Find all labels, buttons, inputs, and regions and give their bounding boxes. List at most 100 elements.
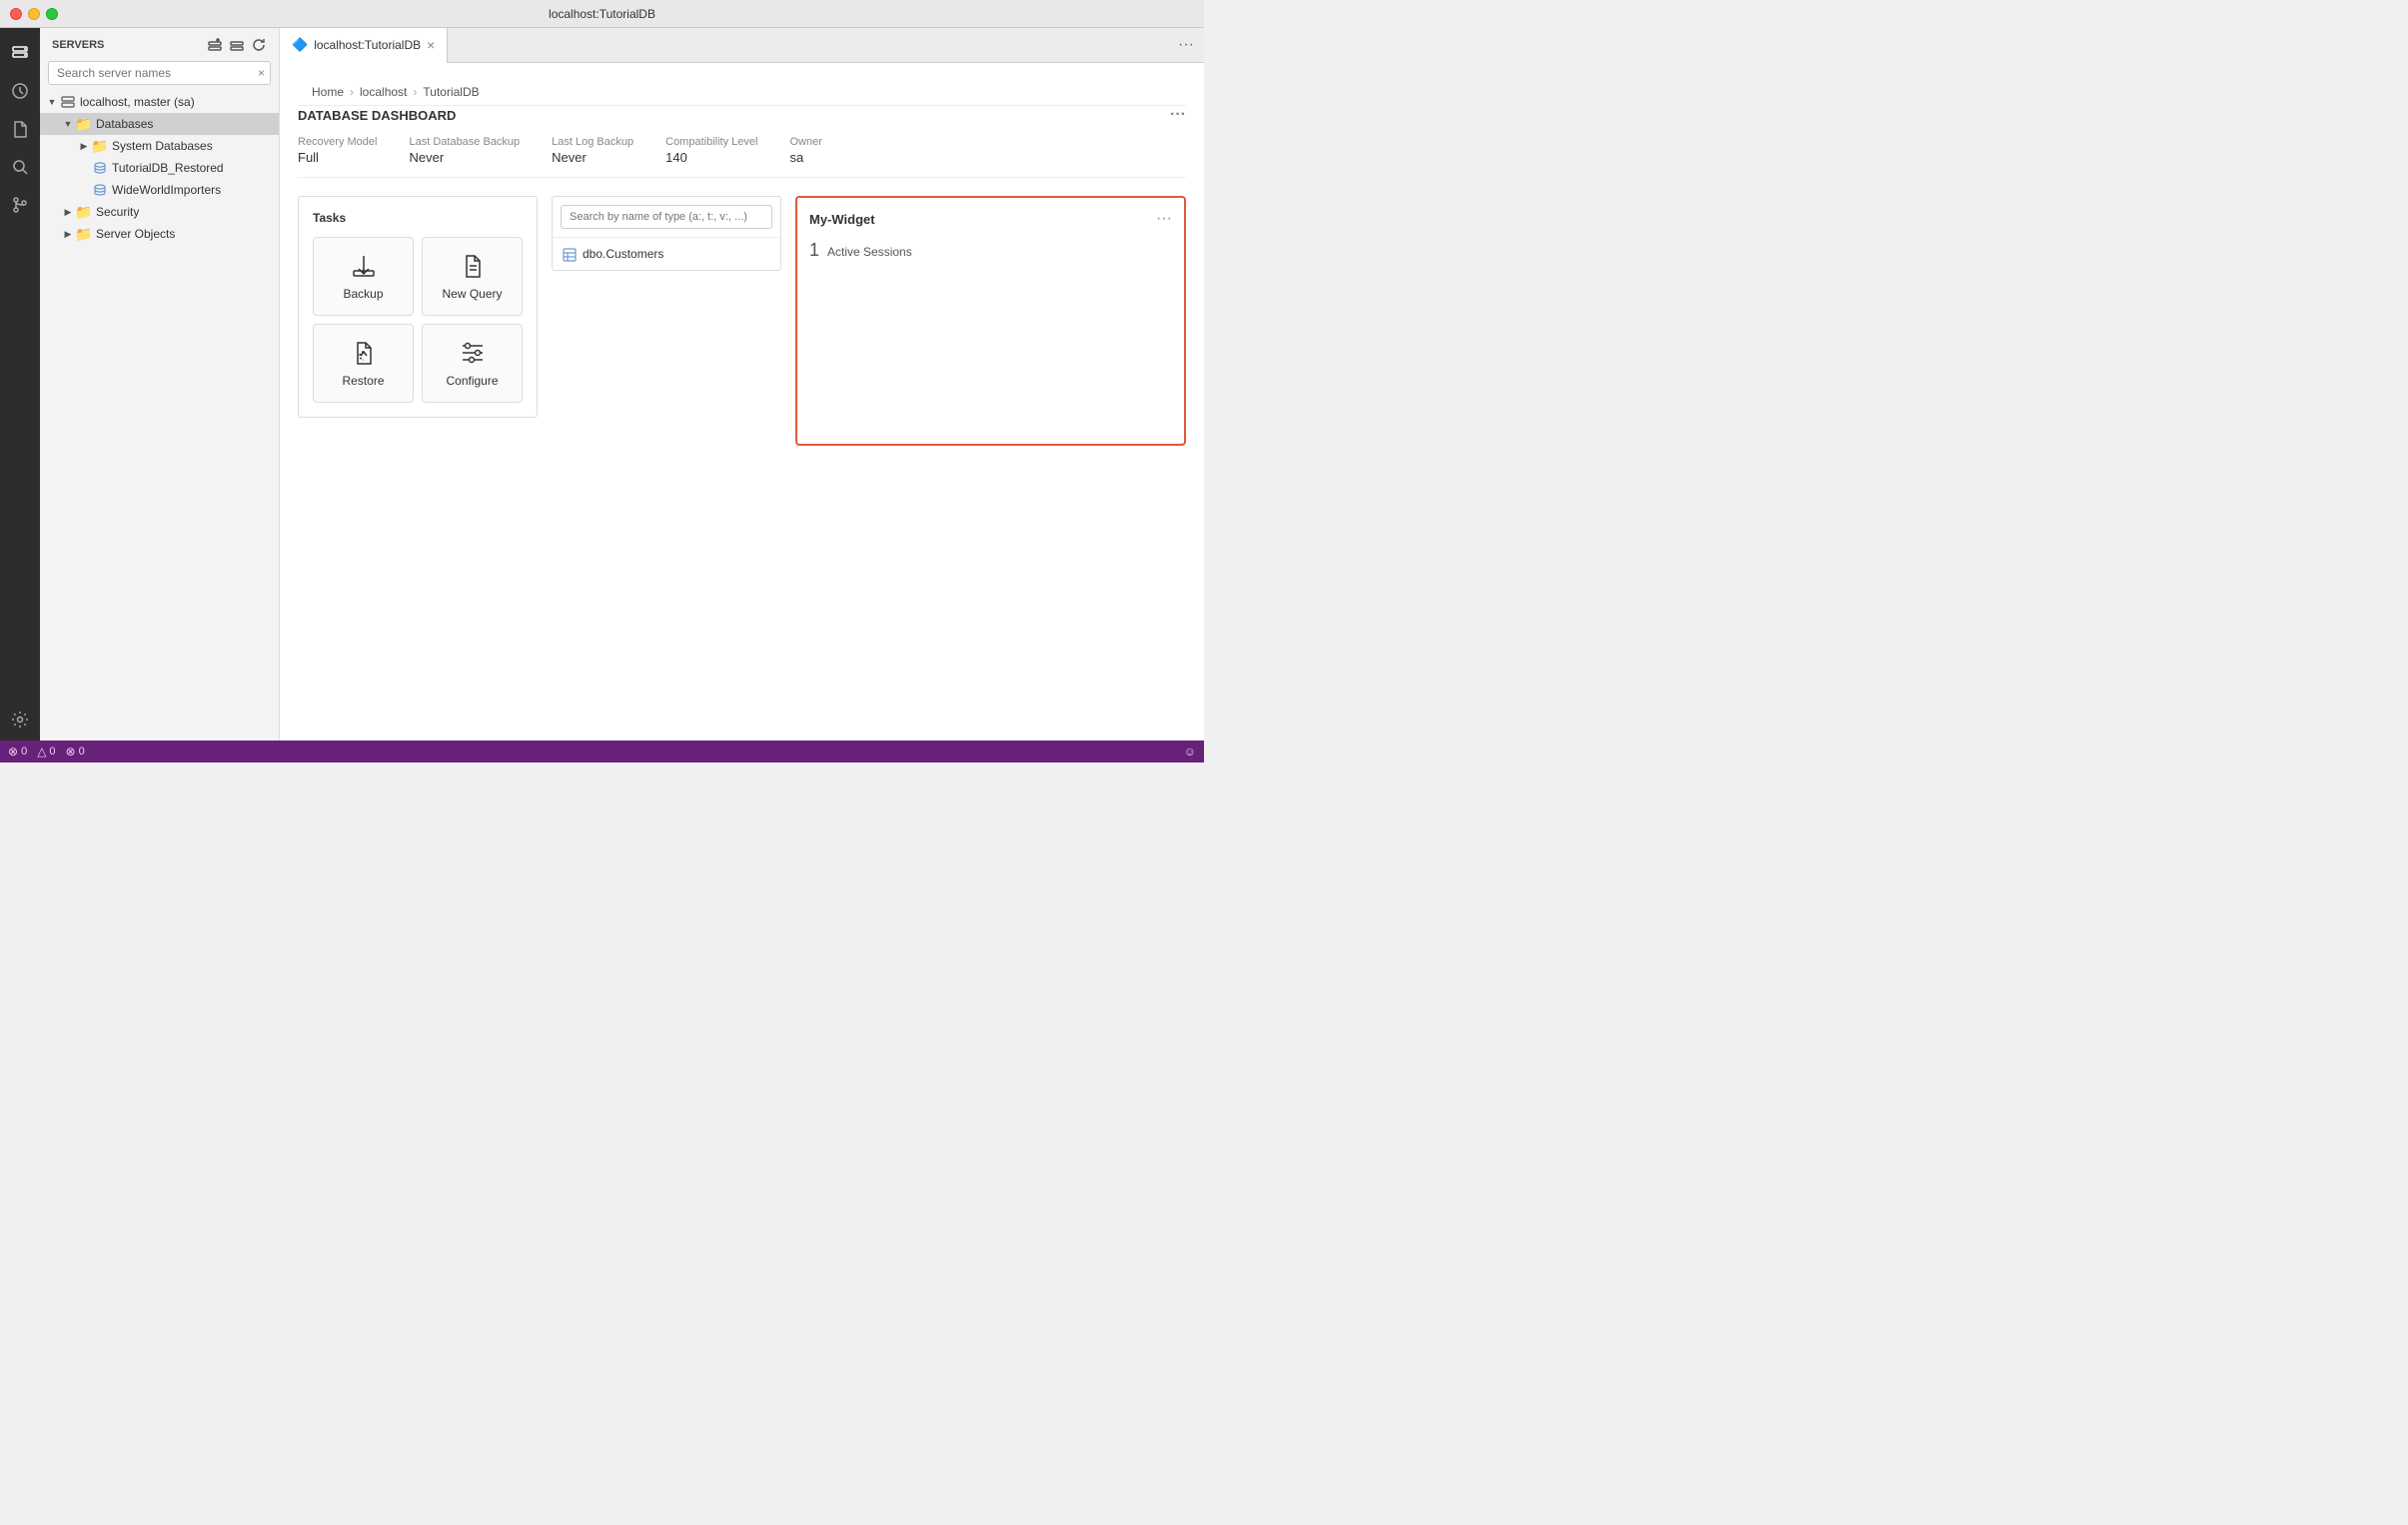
caret-down-icon: ▼ bbox=[60, 119, 76, 129]
close-button[interactable] bbox=[10, 8, 22, 20]
backup-button[interactable]: Backup bbox=[313, 237, 414, 316]
minimize-button[interactable] bbox=[28, 8, 40, 20]
titlebar: localhost:TutorialDB bbox=[0, 0, 1204, 28]
database-icon bbox=[92, 182, 108, 198]
sidebar-item-history[interactable] bbox=[3, 74, 37, 108]
dashboard-title: DATABASE DASHBOARD ··· bbox=[298, 106, 1186, 124]
stat-recovery-model-value: Full bbox=[298, 150, 377, 165]
sidebar-header: SERVERS bbox=[40, 28, 279, 57]
widget-more-button[interactable]: ··· bbox=[1156, 210, 1172, 228]
databases-label: Databases bbox=[96, 117, 153, 131]
stat-compatibility: Compatibility Level 140 bbox=[665, 136, 757, 165]
server-tree: ▼ localhost, master (sa) ▼ 📁 Databases ▶ bbox=[40, 91, 279, 741]
dashboard: Home › localhost › TutorialDB DATABASE D… bbox=[280, 63, 1204, 741]
tab-close-button[interactable]: × bbox=[427, 38, 435, 52]
stat-last-log-backup-value: Never bbox=[552, 150, 633, 165]
configure-button[interactable]: Configure bbox=[422, 324, 523, 403]
content-grid: Tasks Backup bbox=[298, 196, 1186, 446]
status-bar: ⊗ 0 △ 0 ⊗ 0 ☺ bbox=[0, 741, 1204, 762]
breadcrumb: Home › localhost › TutorialDB bbox=[298, 79, 1186, 106]
new-connection-icon[interactable] bbox=[207, 36, 223, 53]
dashboard-title-text: DATABASE DASHBOARD bbox=[298, 108, 456, 123]
new-query-label: New Query bbox=[442, 287, 502, 301]
tab-more-button[interactable]: ··· bbox=[1168, 36, 1204, 54]
status-errors: ⊗ 0 bbox=[8, 745, 27, 759]
localhost-label: localhost, master (sa) bbox=[80, 95, 195, 109]
maximize-button[interactable] bbox=[46, 8, 58, 20]
server-icon bbox=[60, 94, 76, 110]
status-smiley[interactable]: ☺ bbox=[1184, 745, 1196, 759]
stat-compatibility-value: 140 bbox=[665, 150, 757, 165]
window-title: localhost:TutorialDB bbox=[549, 7, 655, 21]
stat-recovery-model: Recovery Model Full bbox=[298, 136, 377, 165]
smiley-icon: ☺ bbox=[1184, 745, 1196, 759]
tab-bar: 🔷 localhost:TutorialDB × ··· bbox=[280, 28, 1204, 63]
tree-item-security[interactable]: ▶ 📁 Security bbox=[40, 201, 279, 223]
dashboard-more-button[interactable]: ··· bbox=[1170, 106, 1186, 124]
stat-last-db-backup-value: Never bbox=[409, 150, 520, 165]
tree-item-server-objects[interactable]: ▶ 📁 Server Objects bbox=[40, 223, 279, 245]
sidebar-item-search[interactable] bbox=[3, 150, 37, 184]
sidebar-item-servers[interactable] bbox=[3, 36, 37, 70]
settings-icon[interactable] bbox=[3, 707, 37, 741]
breadcrumb-localhost[interactable]: localhost bbox=[360, 85, 407, 99]
caret-right-icon: ▶ bbox=[76, 141, 92, 152]
status-info: ⊗ 0 bbox=[66, 745, 85, 759]
sidebar-actions bbox=[207, 36, 267, 53]
widget-stat: 1 Active Sessions bbox=[809, 240, 1172, 261]
object-name: dbo.Customers bbox=[583, 247, 663, 261]
restore-icon bbox=[351, 339, 377, 366]
objects-search-area bbox=[553, 197, 780, 238]
stat-owner: Owner sa bbox=[789, 136, 821, 165]
info-count: 0 bbox=[79, 746, 85, 758]
main-content: 🔷 localhost:TutorialDB × ··· Home › loca… bbox=[280, 28, 1204, 741]
objects-list: dbo.Customers bbox=[553, 238, 780, 270]
new-query-button[interactable]: New Query bbox=[422, 237, 523, 316]
new-query-icon bbox=[460, 252, 486, 279]
sidebar-title: SERVERS bbox=[52, 39, 104, 51]
widget-header: My-Widget ··· bbox=[809, 210, 1172, 228]
backup-icon bbox=[351, 252, 377, 279]
sidebar-item-files[interactable] bbox=[3, 112, 37, 146]
table-icon bbox=[563, 246, 577, 262]
tree-item-tutorialdb-restored[interactable]: TutorialDB_Restored bbox=[40, 157, 279, 179]
refresh-icon[interactable] bbox=[251, 36, 267, 53]
search-box: × bbox=[48, 61, 271, 85]
tree-item-databases[interactable]: ▼ 📁 Databases bbox=[40, 113, 279, 135]
configure-icon bbox=[460, 339, 486, 366]
widget-panel: My-Widget ··· 1 Active Sessions bbox=[795, 196, 1186, 446]
restore-button[interactable]: Restore bbox=[313, 324, 414, 403]
search-input[interactable] bbox=[48, 61, 271, 85]
system-databases-label: System Databases bbox=[112, 139, 213, 153]
tab-tutorialdb[interactable]: 🔷 localhost:TutorialDB × bbox=[280, 28, 448, 63]
status-warnings: △ 0 bbox=[37, 745, 55, 759]
info-icon: ⊗ bbox=[66, 745, 76, 759]
restore-label: Restore bbox=[342, 374, 384, 388]
breadcrumb-sep-2: › bbox=[413, 85, 417, 99]
active-sessions-count: 1 bbox=[809, 240, 819, 261]
stat-recovery-model-label: Recovery Model bbox=[298, 136, 377, 148]
breadcrumb-tutorialdb[interactable]: TutorialDB bbox=[423, 85, 479, 99]
tab-db-icon: 🔷 bbox=[292, 37, 308, 53]
security-label: Security bbox=[96, 205, 139, 219]
tutorialdb-restored-label: TutorialDB_Restored bbox=[112, 161, 224, 175]
search-clear-icon[interactable]: × bbox=[258, 66, 265, 80]
tab-label: localhost:TutorialDB bbox=[314, 38, 421, 52]
add-server-icon[interactable] bbox=[229, 36, 245, 53]
list-item[interactable]: dbo.Customers bbox=[553, 242, 780, 266]
error-count: 0 bbox=[21, 746, 27, 758]
activity-bar bbox=[0, 28, 40, 741]
sidebar: SERVERS bbox=[40, 28, 280, 741]
folder-icon: 📁 bbox=[76, 116, 92, 132]
objects-search-input[interactable] bbox=[561, 205, 772, 229]
breadcrumb-home[interactable]: Home bbox=[312, 85, 344, 99]
server-objects-label: Server Objects bbox=[96, 227, 175, 241]
error-icon: ⊗ bbox=[8, 745, 18, 759]
caret-right-icon: ▶ bbox=[60, 229, 76, 240]
tree-item-localhost[interactable]: ▼ localhost, master (sa) bbox=[40, 91, 279, 113]
tree-item-wwi[interactable]: WideWorldImporters bbox=[40, 179, 279, 201]
folder-icon: 📁 bbox=[76, 226, 92, 242]
sidebar-item-git[interactable] bbox=[3, 188, 37, 222]
tree-item-system-databases[interactable]: ▶ 📁 System Databases bbox=[40, 135, 279, 157]
stat-owner-value: sa bbox=[789, 150, 821, 165]
